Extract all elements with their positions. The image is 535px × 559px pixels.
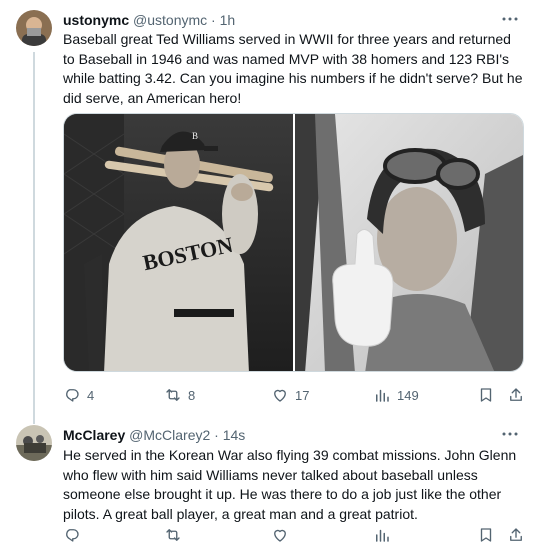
display-name[interactable]: ustonymc — [63, 12, 129, 28]
share-button[interactable] — [507, 386, 525, 404]
share-button[interactable] — [507, 526, 525, 544]
views-icon — [376, 389, 389, 402]
post-ustonymc[interactable]: ustonymc @ustonymc · 1h Baseball great T… — [0, 0, 535, 424]
bookmark-button[interactable] — [477, 386, 495, 404]
share-icon — [510, 388, 522, 401]
post-text: Baseball great Ted Williams served in WW… — [63, 31, 523, 106]
avatar[interactable] — [16, 425, 52, 461]
more-icon[interactable] — [499, 10, 521, 28]
avatar[interactable] — [16, 10, 52, 46]
reply-button[interactable]: 4 — [63, 386, 94, 404]
bookmark-icon — [480, 388, 492, 402]
views-button[interactable]: 149 — [373, 386, 419, 404]
photo-pilot[interactable] — [294, 114, 523, 371]
photo-baseball[interactable]: B BOSTON — [64, 114, 293, 371]
repost-icon — [166, 389, 180, 401]
like-icon — [274, 389, 286, 402]
post-header: ustonymc @ustonymc · 1h — [63, 11, 235, 29]
timestamp[interactable]: 1h — [220, 12, 236, 28]
media-grid[interactable]: B BOSTON — [63, 113, 524, 372]
display-name[interactable]: McClarey — [63, 427, 125, 443]
thread-line — [33, 52, 35, 424]
more-icon[interactable] — [499, 425, 521, 443]
cap-letter: B — [192, 131, 198, 141]
reply-button[interactable] — [63, 526, 81, 544]
reply-icon — [66, 529, 79, 542]
like-button[interactable] — [271, 526, 289, 544]
post-mcclarey[interactable]: McClarey @McClarey2 · 14s He served in t… — [0, 420, 535, 559]
repost-button[interactable] — [164, 526, 182, 544]
post-text: He served in the Korean War also flying … — [63, 447, 517, 522]
repost-button[interactable]: 8 — [164, 386, 195, 404]
bookmark-icon — [480, 528, 492, 542]
bookmark-button[interactable] — [477, 526, 495, 544]
like-icon — [274, 529, 286, 542]
timestamp[interactable]: 14s — [223, 427, 246, 443]
reply-count: 4 — [87, 387, 95, 403]
like-count: 17 — [295, 387, 310, 403]
handle[interactable]: @ustonymc — [133, 12, 207, 28]
handle[interactable]: @McClarey2 — [129, 427, 210, 443]
views-icon — [376, 529, 389, 542]
views-count: 149 — [397, 387, 419, 403]
reply-icon — [66, 389, 79, 402]
repost-count: 8 — [188, 387, 196, 403]
separator: · — [211, 12, 216, 28]
post-header: McClarey @McClarey2 · 14s — [63, 426, 245, 444]
post-actions — [63, 526, 525, 546]
post-actions: 4 8 17 149 — [63, 386, 525, 406]
repost-icon — [166, 529, 180, 541]
share-icon — [510, 528, 522, 541]
views-button[interactable] — [373, 526, 391, 544]
separator: · — [214, 427, 219, 443]
like-button[interactable]: 17 — [271, 386, 309, 404]
